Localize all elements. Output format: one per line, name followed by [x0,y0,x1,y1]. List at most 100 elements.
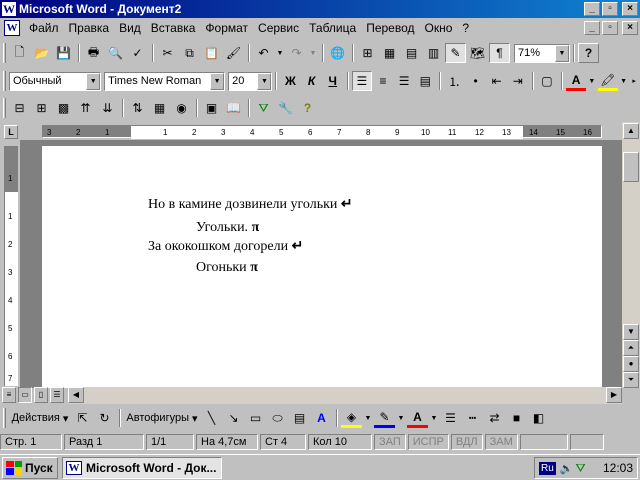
paste-icon[interactable]: 📋 [201,43,222,63]
bold-button[interactable]: Ж [280,71,300,91]
align-left-icon[interactable]: ☰ [351,71,372,91]
more-buttons-icon[interactable]: ▸ [629,71,639,91]
doc-minimize-button[interactable]: _ [584,21,600,35]
tables-borders-icon[interactable]: ⊞ [357,43,378,63]
text-line[interactable]: За ококошком догорели ↵ [148,238,303,255]
document-icon[interactable]: W [4,20,20,36]
print-layout-icon[interactable]: ▯ [34,387,48,403]
redo-icon[interactable]: ↷ [286,43,307,63]
chevron-down-icon[interactable]: ▼ [86,72,101,90]
toolbar-grip[interactable] [3,98,6,118]
menu-view[interactable]: Вид [114,21,146,35]
menu-format[interactable]: Формат [200,21,253,35]
oval-tool-icon[interactable]: ⬭ [267,408,288,428]
select-pointer-icon[interactable]: ⇱ [72,408,93,428]
rectangle-tool-icon[interactable]: ▭ [245,408,266,428]
wrench-icon[interactable]: 🔧 [275,98,296,118]
print-icon[interactable]: 🖶 [83,43,104,63]
taskbar-word-button[interactable]: W Microsoft Word - Док... [62,456,222,479]
columns-icon[interactable]: ▥ [423,43,444,63]
menu-help[interactable]: ? [457,21,474,35]
tray-app-icon[interactable]: ⛛ [576,461,586,476]
next-page-icon[interactable]: ⏷ [623,372,639,388]
menu-edit[interactable]: Правка [64,21,115,35]
insert-form-icon[interactable]: ⊞ [31,98,52,118]
doc-close-button[interactable]: × [622,21,638,35]
numbering-icon[interactable]: ⒈ [444,71,464,91]
status-extend[interactable]: ВДЛ [450,434,483,450]
toolbar-grip[interactable] [3,43,6,63]
show-formatting-icon[interactable]: ¶ [489,43,510,63]
autoshapes-menu[interactable]: Автофигуры ▾ [124,408,200,428]
scroll-thumb[interactable] [623,152,639,182]
format-painter-icon[interactable]: 🖌 [223,43,244,63]
text-line[interactable]: Угольки. π [196,220,259,236]
book-icon[interactable]: 📖 [223,98,244,118]
title-bar[interactable]: W Microsoft Word - Документ2 _ ▫ × [0,0,640,18]
underline-button[interactable]: Ч [323,71,343,91]
move-up-icon[interactable]: ⇈ [75,98,96,118]
start-button[interactable]: Пуск [2,456,58,479]
tab-selector[interactable]: L [4,125,18,139]
horizontal-scrollbar[interactable]: ◀ ▶ [68,387,622,404]
clock[interactable]: 12:03 [603,461,633,475]
status-overwrite[interactable]: ЗАМ [484,434,518,450]
move-down-icon[interactable]: ⇊ [97,98,118,118]
line-color-dropdown-icon[interactable]: ▼ [396,408,406,428]
arrow-tool-icon[interactable]: ↘ [223,408,244,428]
word-app-icon[interactable]: W [2,2,16,16]
new-icon[interactable]: 🗋 [9,43,30,63]
open-icon[interactable]: 📂 [31,43,52,63]
help-question-icon[interactable]: ? [297,98,318,118]
chevron-down-icon[interactable]: ▼ [555,44,569,62]
help-icon[interactable]: ? [578,43,599,63]
scroll-down-icon[interactable]: ▼ [623,324,639,340]
status-track[interactable]: ИСПР [407,434,449,450]
line-color-icon[interactable]: ✎ [374,408,395,428]
shadow-icon[interactable]: ■ [506,408,527,428]
italic-button[interactable]: К [302,71,322,91]
volume-icon[interactable]: 🔈 [560,462,574,475]
spelling-icon[interactable]: ✓ [127,43,148,63]
font-color-icon[interactable]: A [565,71,587,91]
maximize-button[interactable]: ▫ [602,2,618,16]
text-line[interactable]: Огоньки π [196,260,258,276]
undo-icon[interactable]: ↶ [253,43,274,63]
wordart-icon[interactable]: A [311,408,332,428]
draw-font-color-dropdown-icon[interactable]: ▼ [429,408,439,428]
browse-object-icon[interactable]: ● [623,356,639,372]
save-icon[interactable]: 💾 [53,43,74,63]
3d-icon[interactable]: ◧ [528,408,549,428]
menu-window[interactable]: Окно [420,21,458,35]
doc-restore-button[interactable]: ▫ [602,21,618,35]
outline-view-icon[interactable]: ☰ [50,387,64,403]
preview-icon[interactable]: 🔍 [105,43,126,63]
toolbar-grip[interactable] [3,71,6,91]
fill-color-dropdown-icon[interactable]: ▼ [363,408,373,428]
highlight-dropdown-icon[interactable]: ▼ [619,71,629,91]
undo-dropdown-icon[interactable]: ▼ [275,43,285,63]
sort-icon[interactable]: ⇅ [127,98,148,118]
font-size-select[interactable]: 20 ▼ [228,71,273,91]
record-icon[interactable]: ◉ [171,98,192,118]
toolbar-grip[interactable] [3,408,6,428]
hyperlink-icon[interactable]: 🌐 [327,43,348,63]
style-select[interactable]: Обычный ▼ [8,71,102,91]
copy-icon[interactable]: ⧉ [179,43,200,63]
dash-style-icon[interactable]: ┅ [462,408,483,428]
document-map-icon[interactable]: 🗺 [467,43,488,63]
close-button[interactable]: × [622,2,638,16]
bullets-icon[interactable]: • [465,71,485,91]
align-right-icon[interactable]: ☰ [394,71,414,91]
font-select[interactable]: Times New Roman ▼ [104,71,226,91]
fill-color-icon[interactable]: ◈ [341,408,362,428]
borders-icon[interactable]: ▢ [537,71,557,91]
actions-menu[interactable]: Действия ▾ [9,408,71,428]
menu-table[interactable]: Таблица [304,21,361,35]
vertical-ruler[interactable]: 1 1 2 3 4 5 6 7 [4,146,18,386]
align-center-icon[interactable]: ≡ [373,71,393,91]
insert-field-icon[interactable]: ⊟ [9,98,30,118]
insert-excel-icon[interactable]: ▤ [401,43,422,63]
normal-view-icon[interactable]: ≡ [2,387,16,403]
increase-indent-icon[interactable]: ⇥ [508,71,528,91]
